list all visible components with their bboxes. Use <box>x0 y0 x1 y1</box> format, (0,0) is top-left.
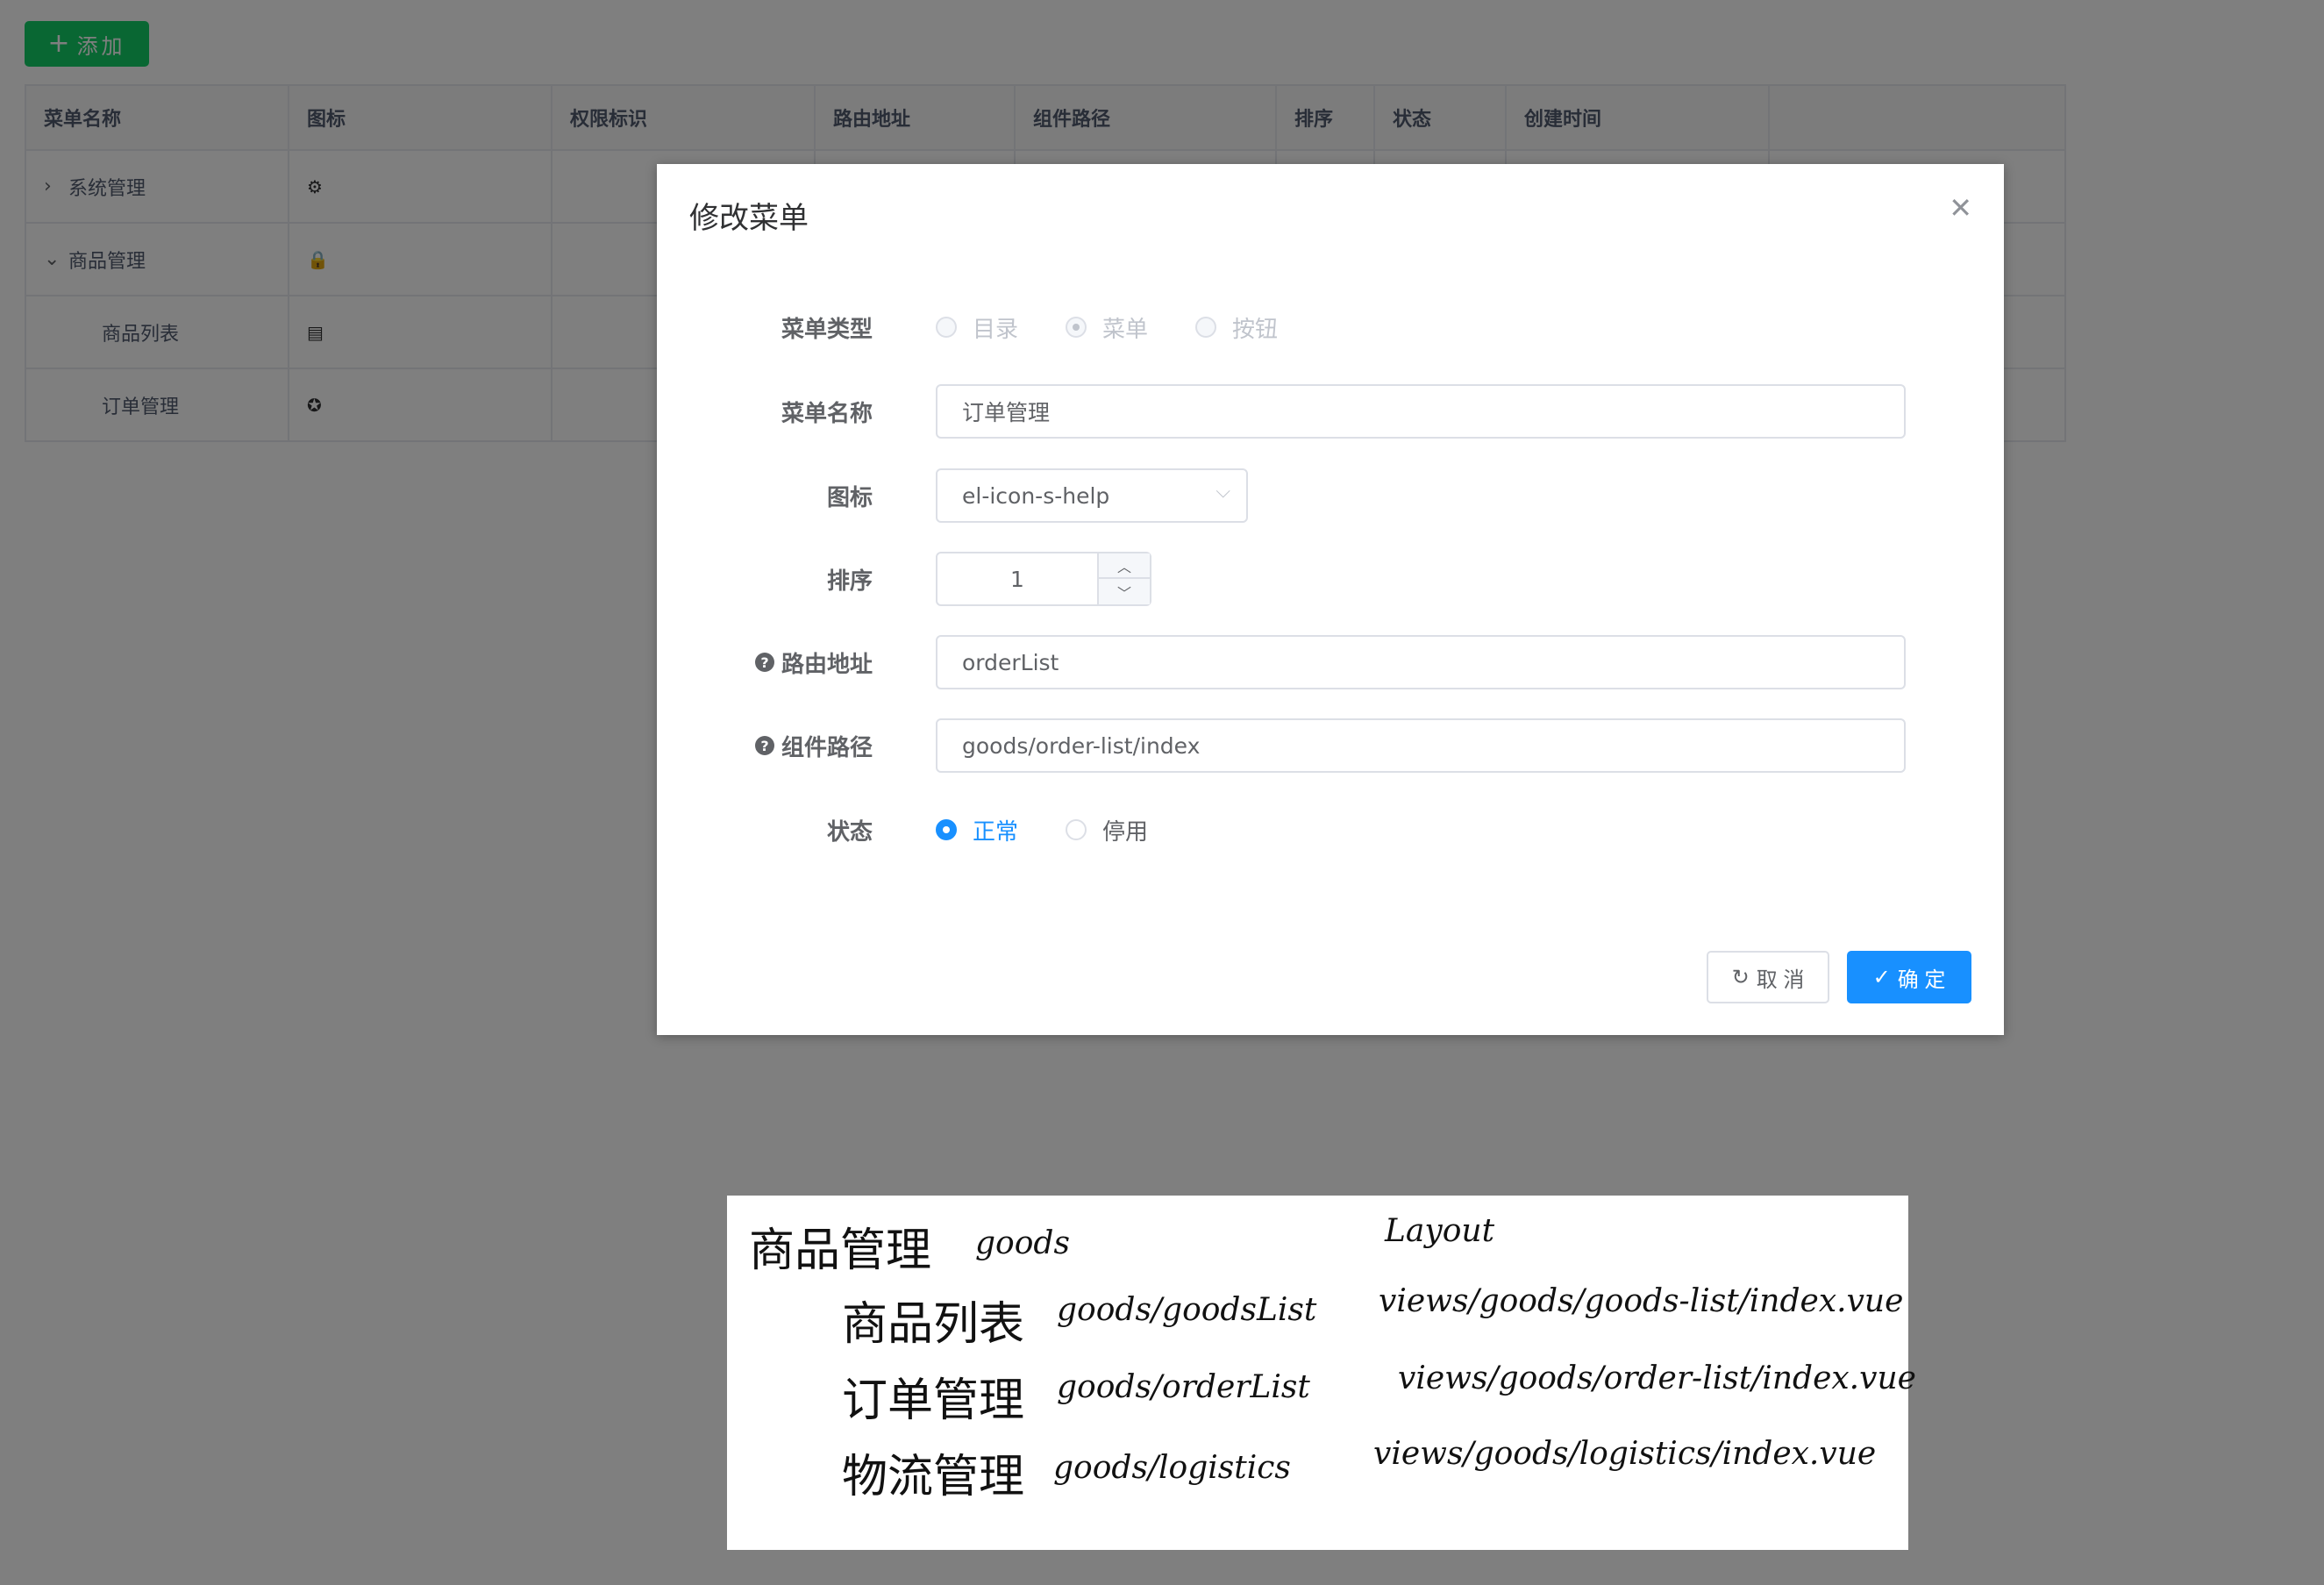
radio-disabled[interactable]: 停用 <box>1066 814 1148 846</box>
route-input[interactable]: orderList <box>936 635 1906 689</box>
icon-label-text: 图标 <box>826 484 873 511</box>
status-row: 状态 正常 停用 <box>657 803 2004 857</box>
radio-dot <box>936 317 957 338</box>
note-component: views/goods/order-list/index.vue <box>1398 1360 1916 1396</box>
menu-type-label-text: 菜单类型 <box>781 316 873 343</box>
route-label-text: 路由地址 <box>781 651 873 678</box>
close-icon[interactable]: ✕ <box>1949 194 1972 222</box>
question-icon[interactable]: ? <box>754 653 774 672</box>
chevron-down-icon: ⌵ <box>1215 481 1230 503</box>
refresh-icon: ↻ <box>1731 965 1750 989</box>
component-row: ? 组件路径 goods/order-list/index <box>657 718 2004 773</box>
check-icon: ✓ <box>1872 965 1891 989</box>
icon-select-value: el-icon-s-help <box>936 468 1248 523</box>
radio-menu[interactable]: 菜单 <box>1066 311 1148 344</box>
note-name: 商品列表 <box>842 1298 1025 1351</box>
dialog-title: 修改菜单 <box>689 201 809 236</box>
menu-type-radio-group: 目录 菜单 按钮 <box>936 300 1325 354</box>
cancel-button[interactable]: ↻ 取 消 <box>1707 951 1829 1003</box>
increase-icon[interactable]: ︿ <box>1099 553 1150 579</box>
cancel-label: 取 消 <box>1756 967 1805 992</box>
menu-type-row: 菜单类型 目录 菜单 按钮 <box>657 300 2004 354</box>
icon-label: 图标 <box>827 468 873 523</box>
menu-name-row: 菜单名称 订单管理 <box>657 384 2004 439</box>
menu-name-label-text: 菜单名称 <box>781 400 873 427</box>
sort-label: 排序 <box>827 552 873 606</box>
icon-row: 图标 el-icon-s-help ⌵ <box>657 468 2004 523</box>
status-radio-group: 正常 停用 <box>936 803 1195 857</box>
note-component: views/goods/goods-list/index.vue <box>1379 1283 1904 1319</box>
radio-label: 按钮 <box>1232 316 1279 343</box>
handwritten-note: 商品管理 goods Layout 商品列表 goods/goodsList v… <box>727 1196 1916 1550</box>
stepper-buttons: ︿ ﹀ <box>1097 553 1150 604</box>
status-label: 状态 <box>827 803 873 857</box>
component-control: goods/order-list/index <box>936 718 1906 773</box>
sort-label-text: 排序 <box>826 568 873 595</box>
radio-label: 停用 <box>1102 818 1149 846</box>
note-route: goods/logistics <box>1053 1450 1291 1486</box>
radio-directory[interactable]: 目录 <box>936 311 1018 344</box>
route-label: ? 路由地址 <box>754 635 873 689</box>
question-icon[interactable]: ? <box>754 736 774 755</box>
menu-name-label: 菜单名称 <box>781 384 873 439</box>
confirm-button[interactable]: ✓ 确 定 <box>1847 951 1971 1003</box>
route-row: ? 路由地址 orderList <box>657 635 2004 689</box>
radio-label: 目录 <box>973 316 1019 343</box>
radio-dot <box>1066 317 1087 338</box>
radio-dot <box>1066 819 1087 840</box>
radio-dot <box>1195 317 1217 338</box>
radio-label: 菜单 <box>1102 316 1149 343</box>
decrease-icon[interactable]: ﹀ <box>1099 579 1150 604</box>
edit-menu-dialog: 修改菜单 ✕ 菜单类型 目录 菜单 按钮 菜单名称 订单管理 图标 el-ico… <box>657 164 2004 1035</box>
note-route: goods/goodsList <box>1057 1292 1317 1328</box>
icon-select[interactable]: el-icon-s-help ⌵ <box>936 468 1248 523</box>
note-component: Layout <box>1385 1213 1495 1249</box>
radio-dot <box>936 819 957 840</box>
note-name: 订单管理 <box>842 1374 1025 1427</box>
note-component: views/goods/logistics/index.vue <box>1373 1436 1877 1472</box>
status-label-text: 状态 <box>826 818 873 846</box>
component-label-text: 组件路径 <box>781 734 873 761</box>
sort-row: 排序 1 ︿ ﹀ <box>657 552 2004 606</box>
radio-normal[interactable]: 正常 <box>936 814 1018 846</box>
note-route: goods <box>975 1225 1070 1261</box>
sort-stepper: 1 ︿ ﹀ <box>936 552 1151 606</box>
component-path-input[interactable]: goods/order-list/index <box>936 718 1906 773</box>
menu-type-label: 菜单类型 <box>781 300 873 354</box>
note-route: goods/orderList <box>1057 1369 1310 1405</box>
radio-label: 正常 <box>973 818 1019 846</box>
menu-name-control: 订单管理 <box>936 384 1906 439</box>
route-control: orderList <box>936 635 1906 689</box>
note-name: 商品管理 <box>749 1224 932 1277</box>
confirm-label: 确 定 <box>1897 967 1946 992</box>
radio-button[interactable]: 按钮 <box>1195 311 1278 344</box>
menu-name-input[interactable]: 订单管理 <box>936 384 1906 439</box>
component-label: ? 组件路径 <box>754 718 873 773</box>
note-name: 物流管理 <box>842 1451 1025 1503</box>
